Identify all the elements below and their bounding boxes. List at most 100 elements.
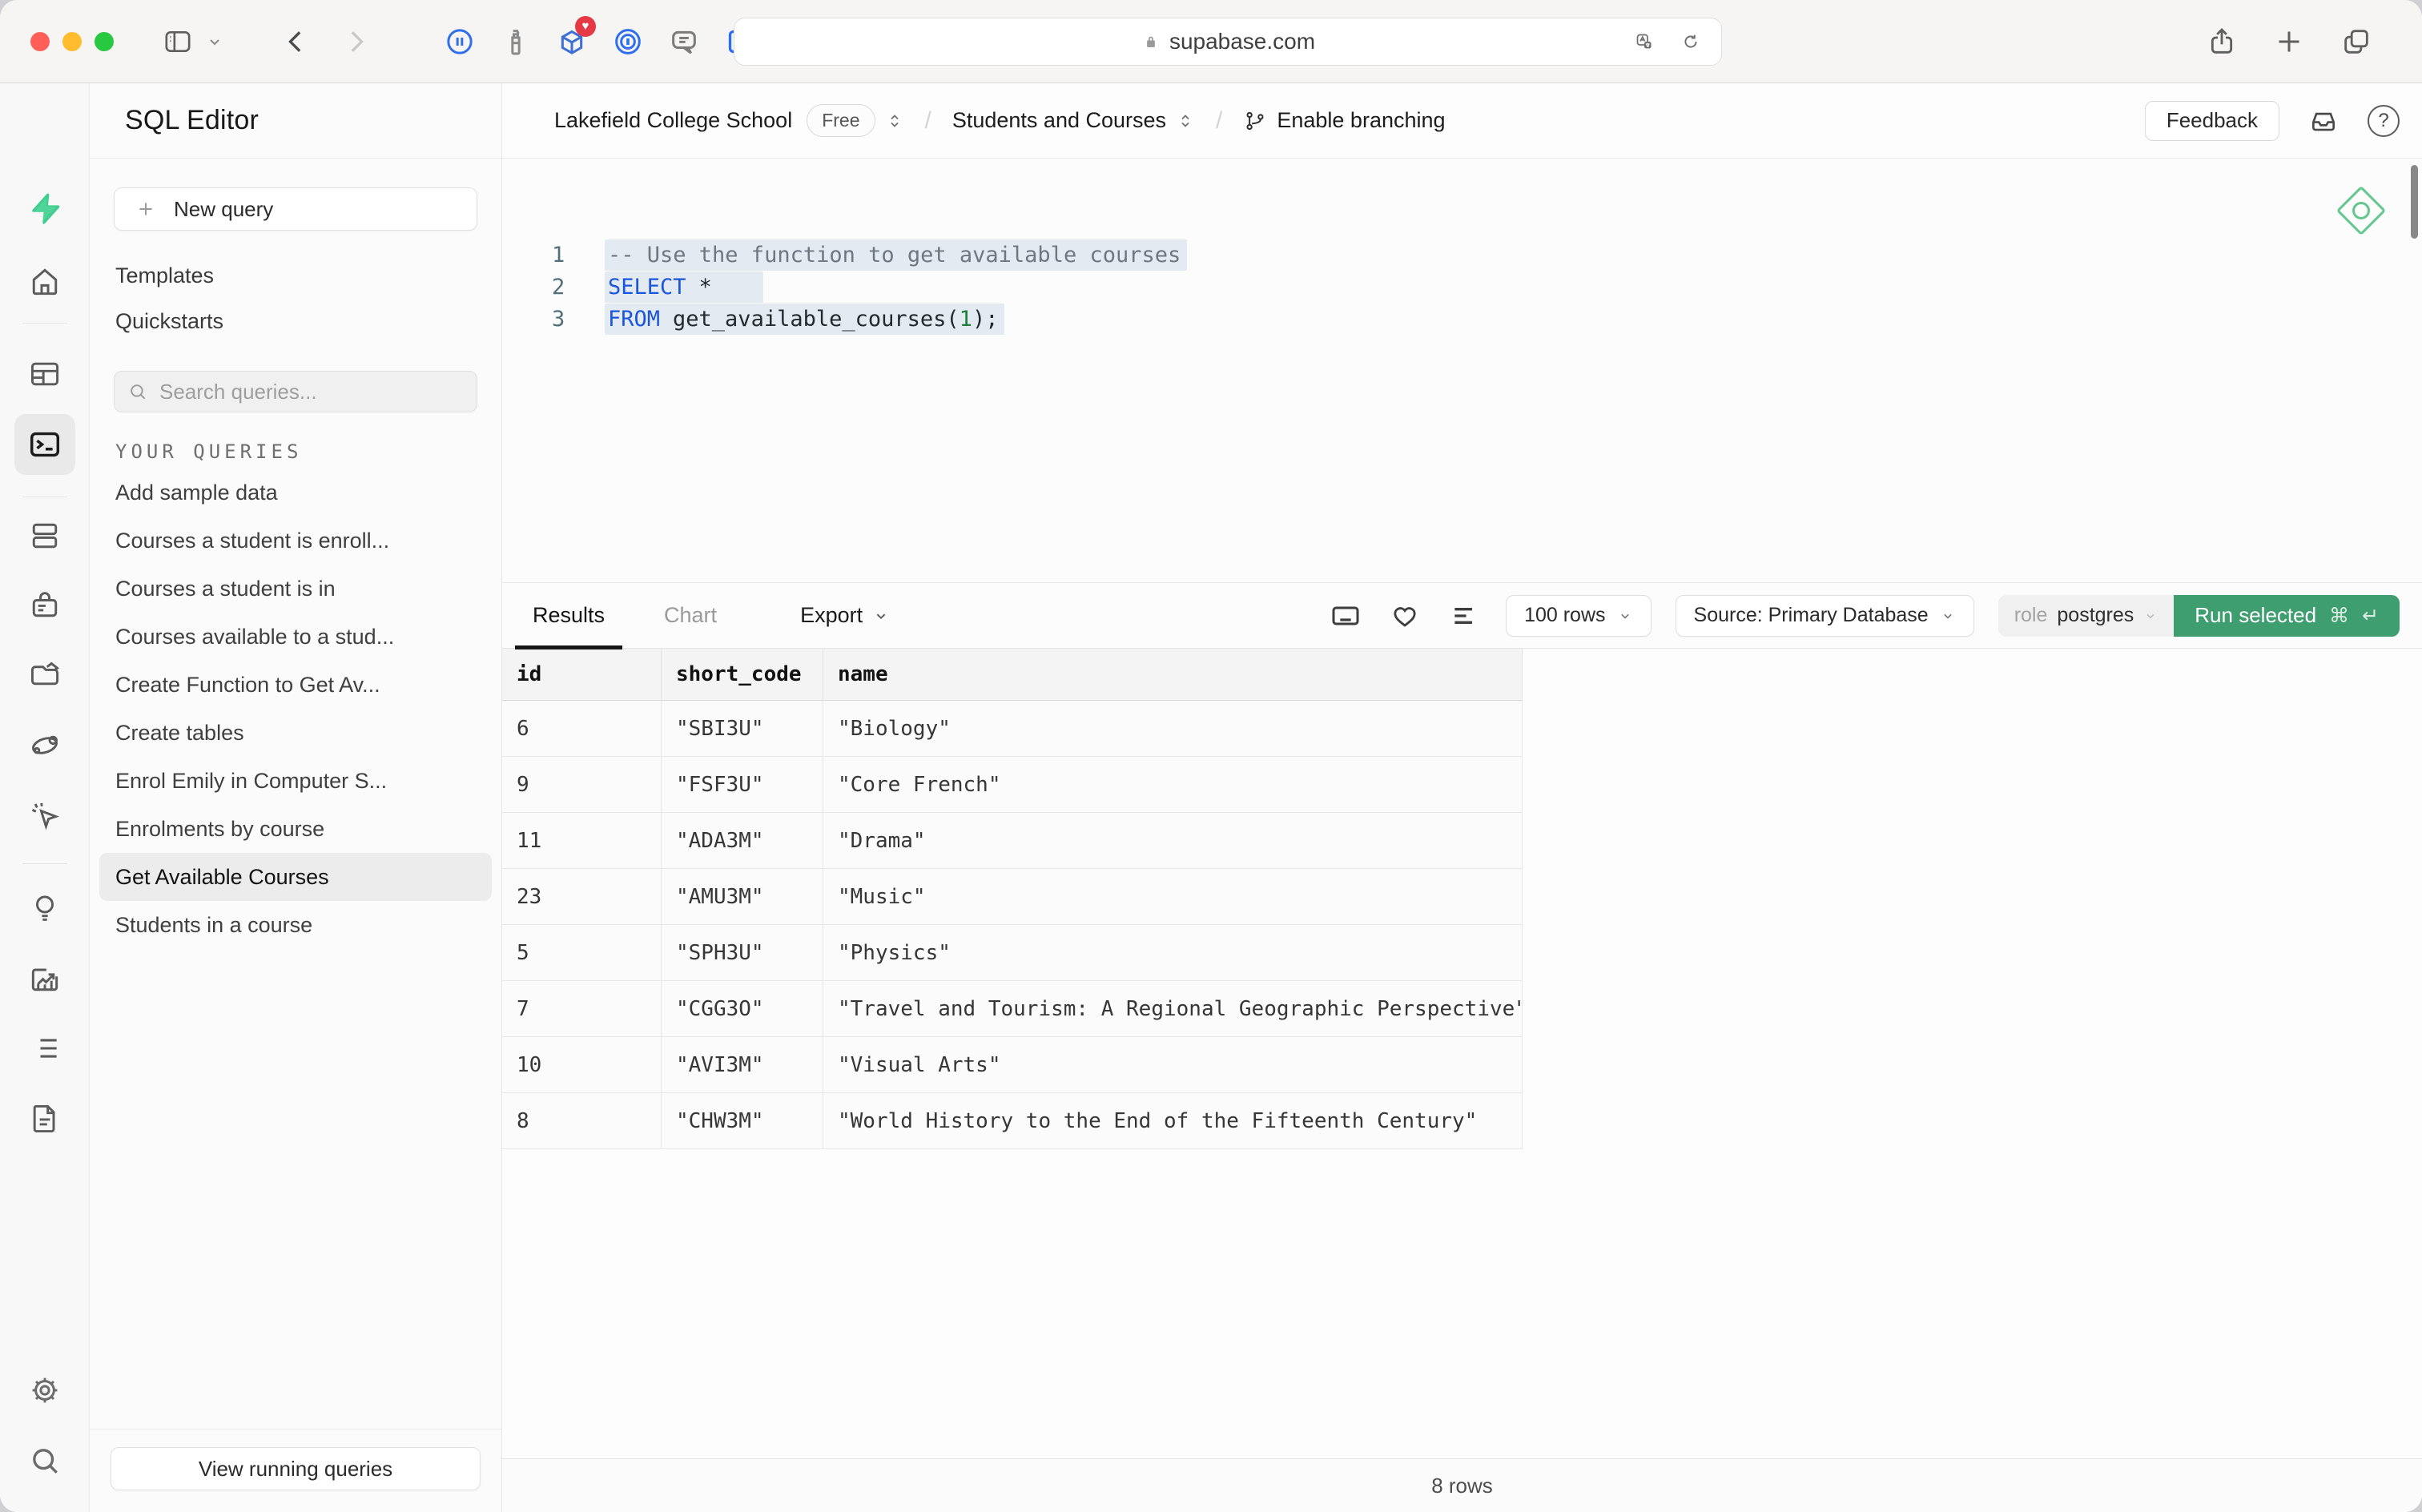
search-icon[interactable]	[27, 1443, 62, 1478]
database-icon[interactable]	[27, 518, 62, 553]
row-limit-dropdown[interactable]: 100 rows	[1506, 595, 1651, 637]
new-query-button[interactable]: New query	[114, 187, 477, 231]
project-select-chevrons-icon[interactable]	[885, 111, 904, 131]
tab-overview-icon[interactable]	[2339, 24, 2374, 59]
export-dropdown[interactable]: Export	[800, 603, 890, 628]
chevron-down-icon[interactable]	[197, 24, 232, 59]
minimize-window-button[interactable]	[62, 32, 82, 51]
extension-chat-icon[interactable]	[666, 24, 702, 59]
column-header-name: name	[823, 649, 1523, 700]
tab-chart[interactable]: Chart	[664, 582, 717, 649]
sidebar-query-item[interactable]: Courses available to a stud...	[99, 613, 492, 661]
storage-icon[interactable]	[27, 656, 62, 691]
translate-icon[interactable]	[1627, 24, 1662, 59]
chevron-down-icon	[1940, 608, 1956, 624]
line-number: 3	[552, 307, 584, 332]
role-dropdown[interactable]: role postgres	[1998, 595, 2175, 637]
keyboard-shortcuts-icon[interactable]	[1328, 598, 1363, 633]
zoom-window-button[interactable]	[95, 32, 114, 51]
sidebar-item-quickstarts[interactable]: Quickstarts	[115, 309, 223, 334]
code-line: 3 FROMget_available_courses(1);	[502, 303, 2422, 335]
sidebar-query-item[interactable]: Students in a course	[99, 901, 492, 949]
enable-branching-button[interactable]: Enable branching	[1243, 108, 1445, 133]
table-row[interactable]: 7 "CGG3O" "Travel and Tourism: A Regiona…	[502, 981, 1523, 1037]
results-body: id short_code name 6 "SBI3U" "Biology"	[502, 649, 2422, 1458]
favorite-heart-icon[interactable]	[1387, 598, 1422, 633]
assistant-diamond-icon[interactable]	[2339, 188, 2384, 233]
api-docs-icon[interactable]	[27, 1101, 62, 1136]
extension-box-icon[interactable]: ♥	[554, 24, 589, 59]
home-icon[interactable]	[27, 264, 62, 300]
cell-short-code: "FSF3U"	[662, 757, 823, 812]
project-name[interactable]: Lakefield College School	[554, 108, 792, 133]
role-label: role	[2014, 604, 2048, 627]
cell-id: 10	[502, 1037, 662, 1092]
table-row[interactable]: 9 "FSF3U" "Core French"	[502, 757, 1523, 813]
advisors-icon[interactable]	[27, 891, 62, 926]
lock-icon	[1141, 31, 1161, 52]
sql-semicolon: ;	[985, 307, 998, 332]
sidebar-query-item[interactable]: Courses a student is in	[99, 565, 492, 613]
sidebar-toggle-icon[interactable]	[160, 24, 195, 59]
tab-results[interactable]: Results	[533, 582, 605, 649]
heart-badge-icon: ♥	[575, 16, 596, 37]
cell-name: "Core French"	[823, 757, 1523, 812]
database-select-chevrons-icon[interactable]	[1176, 111, 1195, 131]
forward-button[interactable]	[338, 24, 373, 59]
sidebar-query-item[interactable]: Courses a student is enroll...	[99, 517, 492, 565]
table-row[interactable]: 6 "SBI3U" "Biology"	[502, 701, 1523, 757]
reload-icon[interactable]	[1673, 24, 1708, 59]
supabase-logo[interactable]	[27, 191, 62, 226]
table-row[interactable]: 5 "SPH3U" "Physics"	[502, 925, 1523, 981]
close-window-button[interactable]	[30, 32, 50, 51]
search-queries-input[interactable]	[159, 380, 464, 404]
new-tab-icon[interactable]	[2271, 24, 2307, 59]
extension-cleaner-icon[interactable]	[498, 24, 533, 59]
sidebar-query-item[interactable]: Enrolments by course	[99, 805, 492, 853]
address-bar[interactable]: supabase.com	[734, 18, 1722, 66]
source-dropdown[interactable]: Source: Primary Database	[1676, 595, 1974, 637]
chevron-down-icon	[2143, 609, 2158, 623]
cell-name: "World History to the End of the Fifteen…	[823, 1093, 1523, 1148]
project-header: Lakefield College School Free / Students…	[502, 83, 2422, 159]
sql-operator: *	[699, 275, 712, 300]
plus-icon	[135, 199, 156, 219]
nav-rail	[0, 83, 90, 1512]
help-icon[interactable]: ?	[2368, 105, 2400, 137]
extension-blocker-icon[interactable]	[610, 24, 646, 59]
feedback-button[interactable]: Feedback	[2145, 101, 2279, 141]
extension-pause-icon[interactable]	[442, 24, 477, 59]
table-editor-icon[interactable]	[27, 356, 62, 392]
back-button[interactable]	[279, 24, 314, 59]
editor-scrollbar-thumb[interactable]	[2411, 165, 2418, 239]
sidebar-query-item[interactable]: Add sample data	[99, 468, 492, 517]
sidebar-footer: View running queries	[90, 1429, 501, 1512]
cell-id: 5	[502, 925, 662, 980]
realtime-icon[interactable]	[27, 798, 62, 834]
reports-icon[interactable]	[27, 961, 62, 996]
inbox-icon[interactable]	[2307, 104, 2340, 138]
sidebar-item-templates[interactable]: Templates	[115, 263, 214, 288]
search-queries-box[interactable]	[114, 371, 477, 412]
sql-code-editor[interactable]: 1 -- Use the function to get available c…	[502, 159, 2422, 582]
sidebar-query-item[interactable]: Enrol Emily in Computer S...	[99, 757, 492, 805]
database-name[interactable]: Students and Courses	[952, 108, 1166, 133]
sidebar-query-item[interactable]: Create tables	[99, 709, 492, 757]
settings-gear-icon[interactable]	[27, 1373, 62, 1408]
table-row[interactable]: 23 "AMU3M" "Music"	[502, 869, 1523, 925]
logs-icon[interactable]	[27, 1031, 62, 1066]
view-running-queries-button[interactable]: View running queries	[111, 1447, 481, 1490]
auth-icon[interactable]	[27, 587, 62, 622]
sidebar-query-item[interactable]: Get Available Courses	[99, 853, 492, 901]
table-header-row: id short_code name	[502, 649, 1523, 701]
run-selected-button[interactable]: Run selected ⌘ ↵	[2174, 595, 2400, 637]
table-row[interactable]: 8 "CHW3M" "World History to the End of t…	[502, 1093, 1523, 1149]
table-row[interactable]: 10 "AVI3M" "Visual Arts"	[502, 1037, 1523, 1093]
sql-editor-icon-active[interactable]	[14, 414, 75, 475]
edge-functions-icon[interactable]	[27, 728, 62, 763]
share-icon[interactable]	[2204, 24, 2239, 59]
table-row[interactable]: 11 "ADA3M" "Drama"	[502, 813, 1523, 869]
sidebar-query-item[interactable]: Create Function to Get Av...	[99, 661, 492, 709]
format-lines-icon[interactable]	[1446, 598, 1482, 633]
new-query-label: New query	[174, 197, 273, 222]
